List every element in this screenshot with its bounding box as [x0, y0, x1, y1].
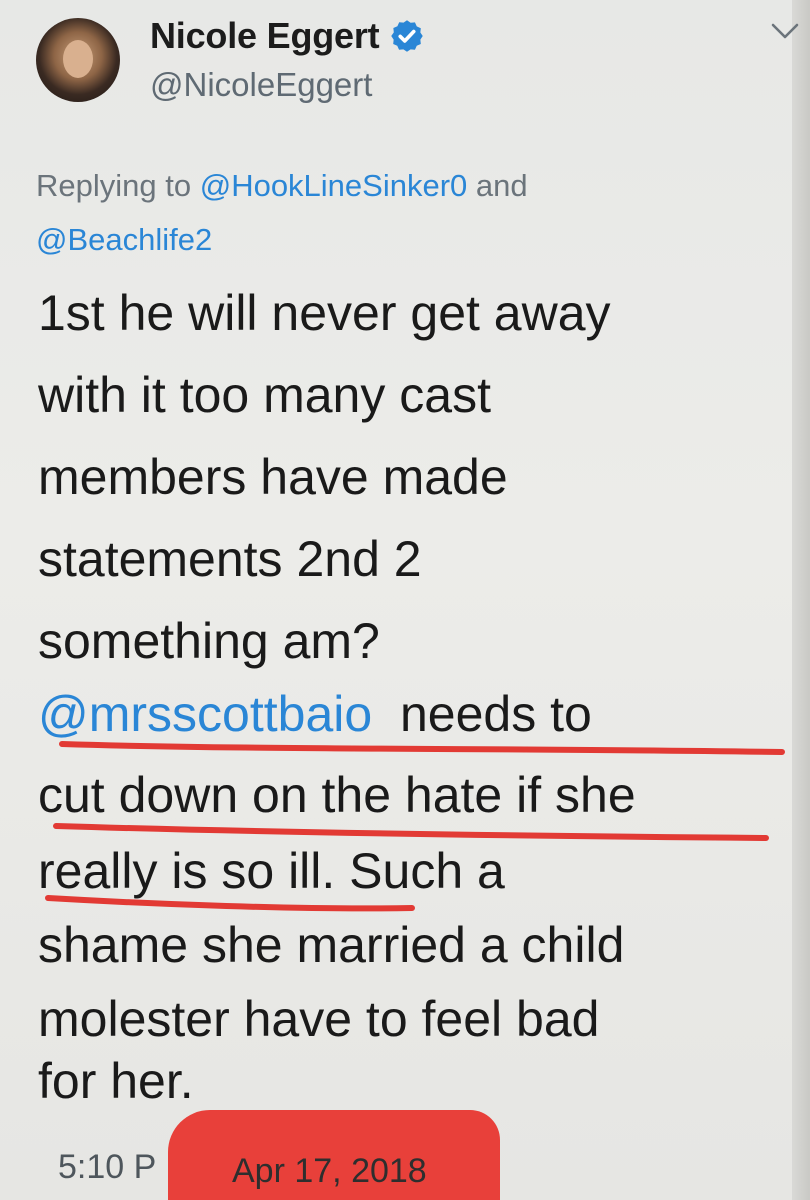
tweet-date[interactable]: Apr 17, 2018	[232, 1152, 427, 1191]
tweet-time[interactable]: 5:10 P	[58, 1148, 156, 1187]
tweet-screen: Nicole Eggert @NicoleEggert Replying to …	[0, 0, 810, 1200]
red-underline-annotation	[45, 741, 785, 912]
